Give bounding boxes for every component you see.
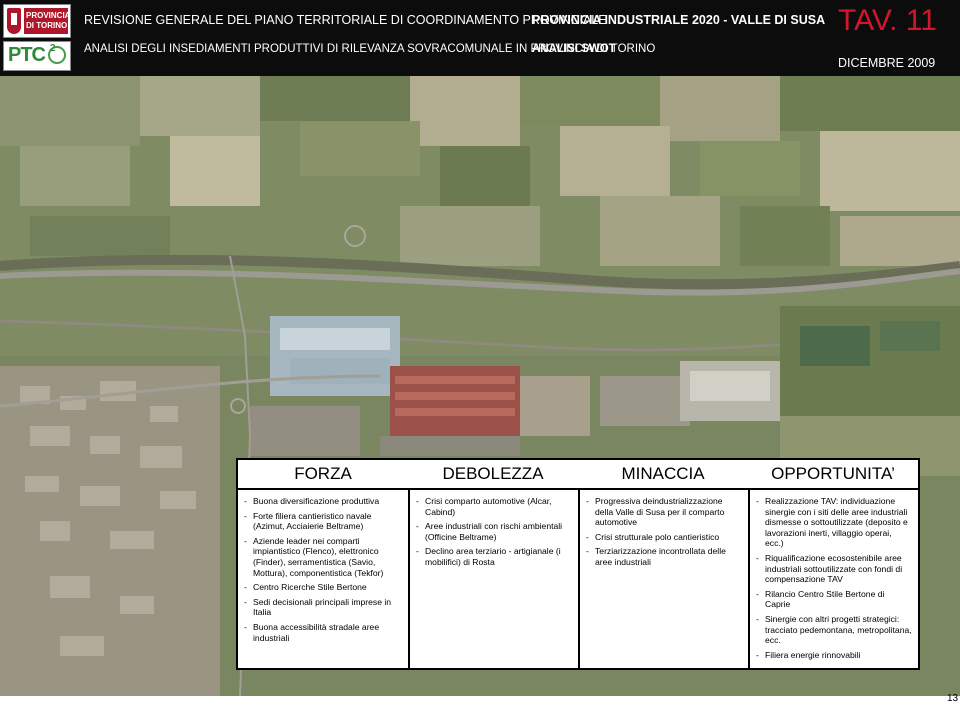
date-label: DICEMBRE 2009 (838, 56, 936, 70)
swot-header-row: FORZA DEBOLEZZA MINACCIA OPPORTUNITA’ (238, 460, 918, 490)
page-number: 13 (947, 693, 959, 704)
list-item: Realizzazione TAV: individuazione sinerg… (756, 496, 912, 549)
header-minaccia: MINACCIA (621, 464, 705, 483)
area-title: PROVINCIA INDUSTRIALE 2020 - VALLE DI SU… (532, 13, 826, 27)
header-forza: FORZA (294, 464, 352, 483)
list-item: Terziarizzazione incontrollata delle are… (586, 546, 742, 567)
debolezza-column: Crisi comparto automotive (Alcar, Cabind… (408, 490, 578, 668)
header-debolezza: DEBOLEZZA (442, 464, 544, 483)
header-opportunita: OPPORTUNITA’ (771, 464, 895, 483)
ptc-logo-superscript: 2 (50, 43, 56, 54)
list-item: Buona accessibilità stradale aree indust… (244, 622, 402, 643)
forza-column: Buona diversificazione produttiva Forte … (238, 490, 408, 668)
list-item: Rilancio Centro Stile Bertone di Caprie (756, 589, 912, 610)
list-item: Centro Ricerche Stile Bertone (244, 582, 402, 593)
provincia-di-torino-logo: PROVINCIA DI TORINO (3, 4, 71, 38)
opportunita-column: Realizzazione TAV: individuazione sinerg… (748, 490, 918, 668)
list-item: Riqualificazione ecosostenibile aree ind… (756, 553, 912, 585)
minaccia-column: Progressiva deindustrializzazione della … (578, 490, 748, 668)
list-item: Crisi comparto automotive (Alcar, Cabind… (416, 496, 572, 517)
logo-text-line1: PROVINCIA (26, 11, 71, 20)
list-item: Sedi decisionali principali imprese in I… (244, 597, 402, 618)
logo-text-line2: DI TORINO (26, 21, 68, 30)
list-item: Progressiva deindustrializzazione della … (586, 496, 742, 528)
list-item: Aree industriali con rischi ambientali (… (416, 521, 572, 542)
swot-table: FORZA DEBOLEZZA MINACCIA OPPORTUNITA’ Bu… (236, 458, 920, 670)
list-item: Sinergie con altri progetti strategici: … (756, 614, 912, 646)
plan-title: REVISIONE GENERALE DEL PIANO TERRITORIAL… (84, 13, 607, 27)
list-item: Forte filiera cantieristico navale (Azim… (244, 511, 402, 532)
section-title: ANALISI SWOT (532, 43, 616, 55)
list-item: Aziende leader nei comparti impiantistic… (244, 536, 402, 578)
header-bar: PROVINCIA DI TORINO PTC 2 REVISIONE GENE… (0, 0, 960, 76)
list-item: Buona diversificazione produttiva (244, 496, 402, 507)
ptc-logo-text: PTC (8, 44, 46, 66)
crest-icon (7, 8, 21, 34)
list-item: Filiera energie rinnovabili (756, 650, 912, 661)
table-number: TAV. 11 (838, 4, 937, 37)
list-item: Crisi strutturale polo cantieristico (586, 532, 742, 543)
ptc2-logo: PTC 2 (3, 41, 71, 71)
list-item: Declino area terziario - artigianale (i … (416, 546, 572, 567)
